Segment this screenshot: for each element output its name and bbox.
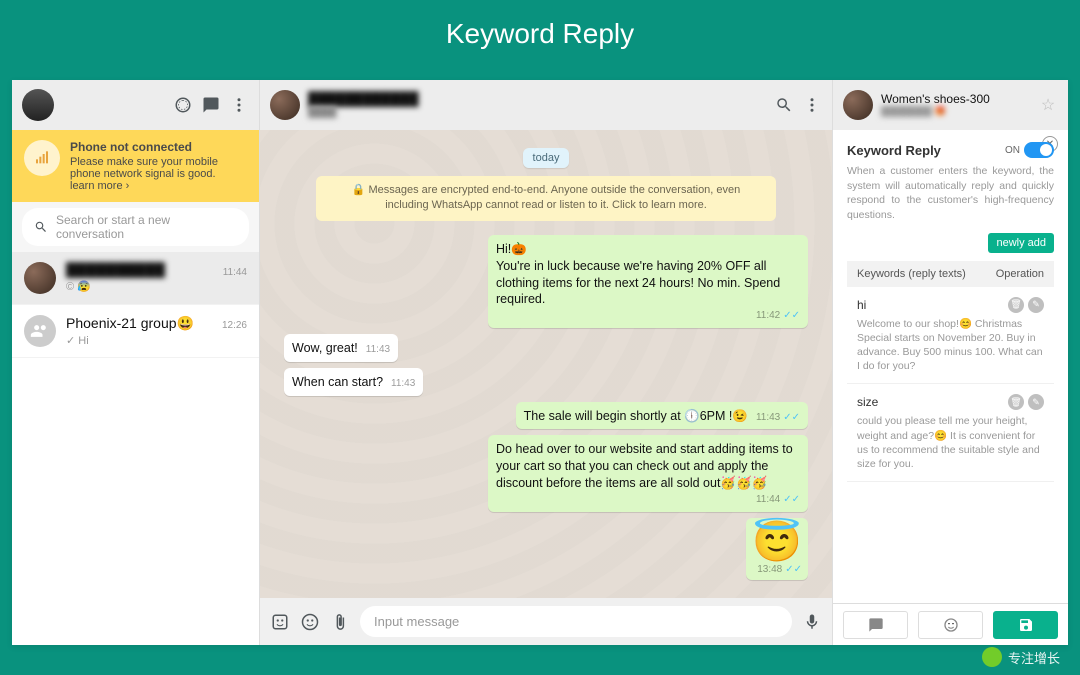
chat-preview: © 😰	[66, 280, 247, 293]
sticker-icon[interactable]	[270, 612, 290, 632]
panel-desc: When a customer enters the keyword, the …	[847, 164, 1054, 223]
date-chip: today	[284, 148, 808, 166]
keyword-text: hi	[857, 298, 866, 312]
delete-icon[interactable]: 🗑	[1008, 394, 1024, 410]
banner-learn-more[interactable]: learn more ›	[70, 180, 129, 192]
chat-item[interactable]: ██████████ 11:44 © 😰	[12, 252, 259, 305]
my-avatar[interactable]	[22, 89, 54, 121]
keyword-reply-panel: ✕ Keyword Reply ON When a customer enter…	[833, 130, 1068, 603]
read-ticks-icon: ✓✓	[785, 564, 802, 575]
edit-icon[interactable]: ✎	[1028, 297, 1044, 313]
search-icon	[34, 220, 48, 234]
right-header: Women's shoes-300 ████████ 🎁 ☆	[833, 80, 1068, 130]
contact-name: ████████████	[308, 92, 419, 106]
emoji-icon[interactable]	[300, 612, 320, 632]
chat-item[interactable]: Phoenix-21 group😃 12:26 ✓ Hi	[12, 305, 259, 358]
add-button[interactable]: newly add	[988, 233, 1054, 253]
chat-time: 12:26	[222, 320, 247, 331]
message-input[interactable]: Input message	[360, 606, 792, 637]
edit-icon[interactable]: ✎	[1028, 394, 1044, 410]
settings-panel: Women's shoes-300 ████████ 🎁 ☆ ✕ Keyword…	[832, 80, 1068, 645]
status-icon[interactable]	[173, 95, 193, 115]
shop-sub: ████████ 🎁	[881, 107, 990, 117]
chat-avatar	[24, 262, 56, 294]
search-bar: Search or start a new conversation	[12, 202, 259, 252]
chat-name: ██████████	[66, 262, 165, 278]
wechat-icon	[982, 647, 1002, 667]
signal-icon	[24, 140, 60, 176]
shop-name: Women's shoes-300	[881, 93, 990, 106]
shop-avatar[interactable]	[843, 90, 873, 120]
message-out[interactable]: The sale will begin shortly at 🕕6PM !😉11…	[516, 402, 808, 430]
encryption-notice[interactable]: 🔒 Messages are encrypted end-to-end. Any…	[316, 176, 776, 221]
keyword-item: hi 🗑 ✎ Welcome to our shop!😊 Christmas S…	[847, 287, 1054, 385]
search-placeholder: Search or start a new conversation	[56, 213, 237, 241]
message-out[interactable]: Hi!🎃 You're in luck because we're having…	[488, 235, 808, 328]
banner-desc: Please make sure your mobile phone netwo…	[70, 156, 247, 180]
chat-header: ████████████ ████	[260, 80, 832, 130]
delete-icon[interactable]: 🗑	[1008, 297, 1024, 313]
chat-name: Phoenix-21 group😃	[66, 315, 194, 332]
read-ticks-icon: ✓✓	[783, 494, 800, 505]
message-out[interactable]: Do head over to our website and start ad…	[488, 435, 808, 511]
menu-icon[interactable]	[229, 95, 249, 115]
chat-time: 11:44	[223, 267, 247, 278]
new-chat-icon[interactable]	[201, 95, 221, 115]
sidebar: Phone not connected Please make sure you…	[12, 80, 260, 645]
search-chat-icon[interactable]	[774, 95, 794, 115]
foot-emoji-button[interactable]	[918, 611, 983, 639]
toggle-switch[interactable]	[1024, 142, 1054, 158]
connection-banner: Phone not connected Please make sure you…	[12, 130, 259, 202]
keyword-reply-text: could you please tell me your height, we…	[857, 414, 1044, 471]
chat-input-bar: Input message	[260, 598, 832, 645]
toggle-label: ON	[1005, 145, 1020, 156]
contact-status: ████	[308, 107, 419, 118]
mic-icon[interactable]	[802, 612, 822, 632]
keyword-reply-text: Welcome to our shop!😊 Christmas Special …	[857, 317, 1044, 374]
watermark: 专注增长	[982, 647, 1060, 667]
read-ticks-icon: ✓✓	[783, 412, 800, 423]
search-input[interactable]: Search or start a new conversation	[22, 208, 249, 246]
chat-avatar	[24, 315, 56, 347]
messages-area[interactable]: today 🔒 Messages are encrypted end-to-en…	[260, 130, 832, 598]
panel-title: Keyword Reply	[847, 143, 941, 158]
message-in[interactable]: Wow, great!11:43	[284, 334, 398, 362]
keyword-table-header: Keywords (reply texts) Operation	[847, 261, 1054, 287]
message-emoji[interactable]: 😇13:48✓✓	[746, 518, 808, 581]
page-title: Keyword Reply	[0, 0, 1080, 68]
contact-avatar[interactable]	[270, 90, 300, 120]
message-in[interactable]: When can start?11:43	[284, 368, 423, 396]
chat-menu-icon[interactable]	[802, 95, 822, 115]
banner-title: Phone not connected	[70, 140, 247, 154]
foot-save-button[interactable]	[993, 611, 1058, 639]
chat-preview: ✓ Hi	[66, 334, 247, 347]
chat-list: ██████████ 11:44 © 😰 Phoenix-21 group😃 12:…	[12, 252, 259, 645]
right-footer	[833, 603, 1068, 645]
attach-icon[interactable]	[330, 612, 350, 632]
keyword-text: size	[857, 395, 878, 409]
chat-panel: ████████████ ████ today 🔒 Messages are e…	[260, 80, 832, 645]
sidebar-header	[12, 80, 259, 130]
app-window: Phone not connected Please make sure you…	[12, 80, 1068, 645]
keyword-item: size 🗑 ✎ could you please tell me your h…	[847, 384, 1054, 482]
star-icon[interactable]: ☆	[1038, 95, 1058, 115]
read-ticks-icon: ✓✓	[783, 310, 800, 321]
foot-chat-button[interactable]	[843, 611, 908, 639]
